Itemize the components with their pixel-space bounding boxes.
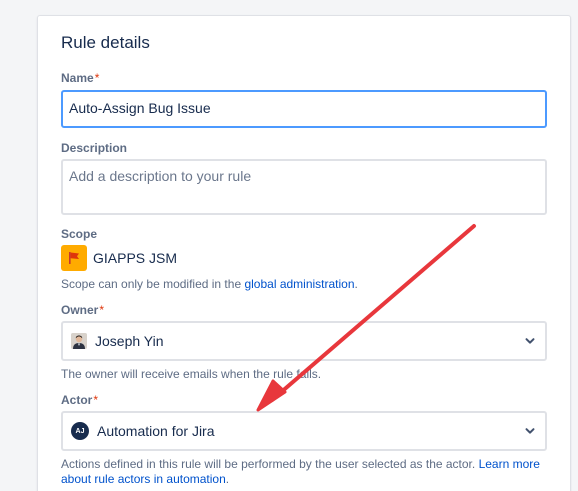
avatar bbox=[71, 333, 87, 349]
scope-project-name: GIAPPS JSM bbox=[93, 250, 178, 266]
required-mark: * bbox=[99, 303, 105, 317]
actor-label: Actor* bbox=[61, 393, 98, 407]
name-label: Name* bbox=[61, 71, 99, 85]
actor-select[interactable]: AJ Automation for Jira bbox=[61, 411, 547, 451]
actor-helper-text: Actions defined in this rule will be per… bbox=[61, 457, 479, 471]
owner-label: Owner* bbox=[61, 303, 104, 317]
actor-value: Automation for Jira bbox=[97, 423, 215, 439]
description-input[interactable] bbox=[69, 168, 539, 206]
name-field[interactable] bbox=[61, 90, 547, 128]
actor-helper: Actions defined in this rule will be per… bbox=[61, 457, 547, 487]
owner-select[interactable]: Joseph Yin bbox=[61, 321, 547, 361]
scope-label: Scope bbox=[61, 227, 98, 241]
actor-helper-suffix: . bbox=[225, 472, 230, 486]
scope-helper-suffix: . bbox=[354, 277, 358, 291]
scope-helper: Scope can only be modified in the global… bbox=[61, 277, 358, 291]
description-field[interactable] bbox=[61, 159, 547, 215]
description-label: Description bbox=[61, 141, 128, 155]
flag-icon bbox=[61, 245, 87, 271]
name-input[interactable] bbox=[69, 100, 539, 116]
global-administration-link[interactable]: global administration bbox=[244, 277, 354, 291]
name-label-text: Name bbox=[61, 71, 94, 85]
panel-title: Rule details bbox=[61, 33, 150, 52]
owner-helper: The owner will receive emails when the r… bbox=[61, 367, 322, 381]
owner-value: Joseph Yin bbox=[95, 333, 164, 349]
required-mark: * bbox=[94, 71, 100, 85]
rule-details-panel: Rule details Name* Description Scope GIA… bbox=[37, 15, 571, 491]
owner-label-text: Owner bbox=[61, 303, 99, 317]
scrollbar[interactable] bbox=[572, 0, 578, 491]
scope-helper-text: Scope can only be modified in the bbox=[61, 277, 245, 291]
actor-avatar: AJ bbox=[71, 422, 89, 440]
scope-project: GIAPPS JSM bbox=[61, 245, 177, 271]
required-mark: * bbox=[93, 393, 99, 407]
actor-label-text: Actor bbox=[61, 393, 93, 407]
chevron-down-icon bbox=[525, 428, 535, 434]
chevron-down-icon bbox=[525, 338, 535, 344]
